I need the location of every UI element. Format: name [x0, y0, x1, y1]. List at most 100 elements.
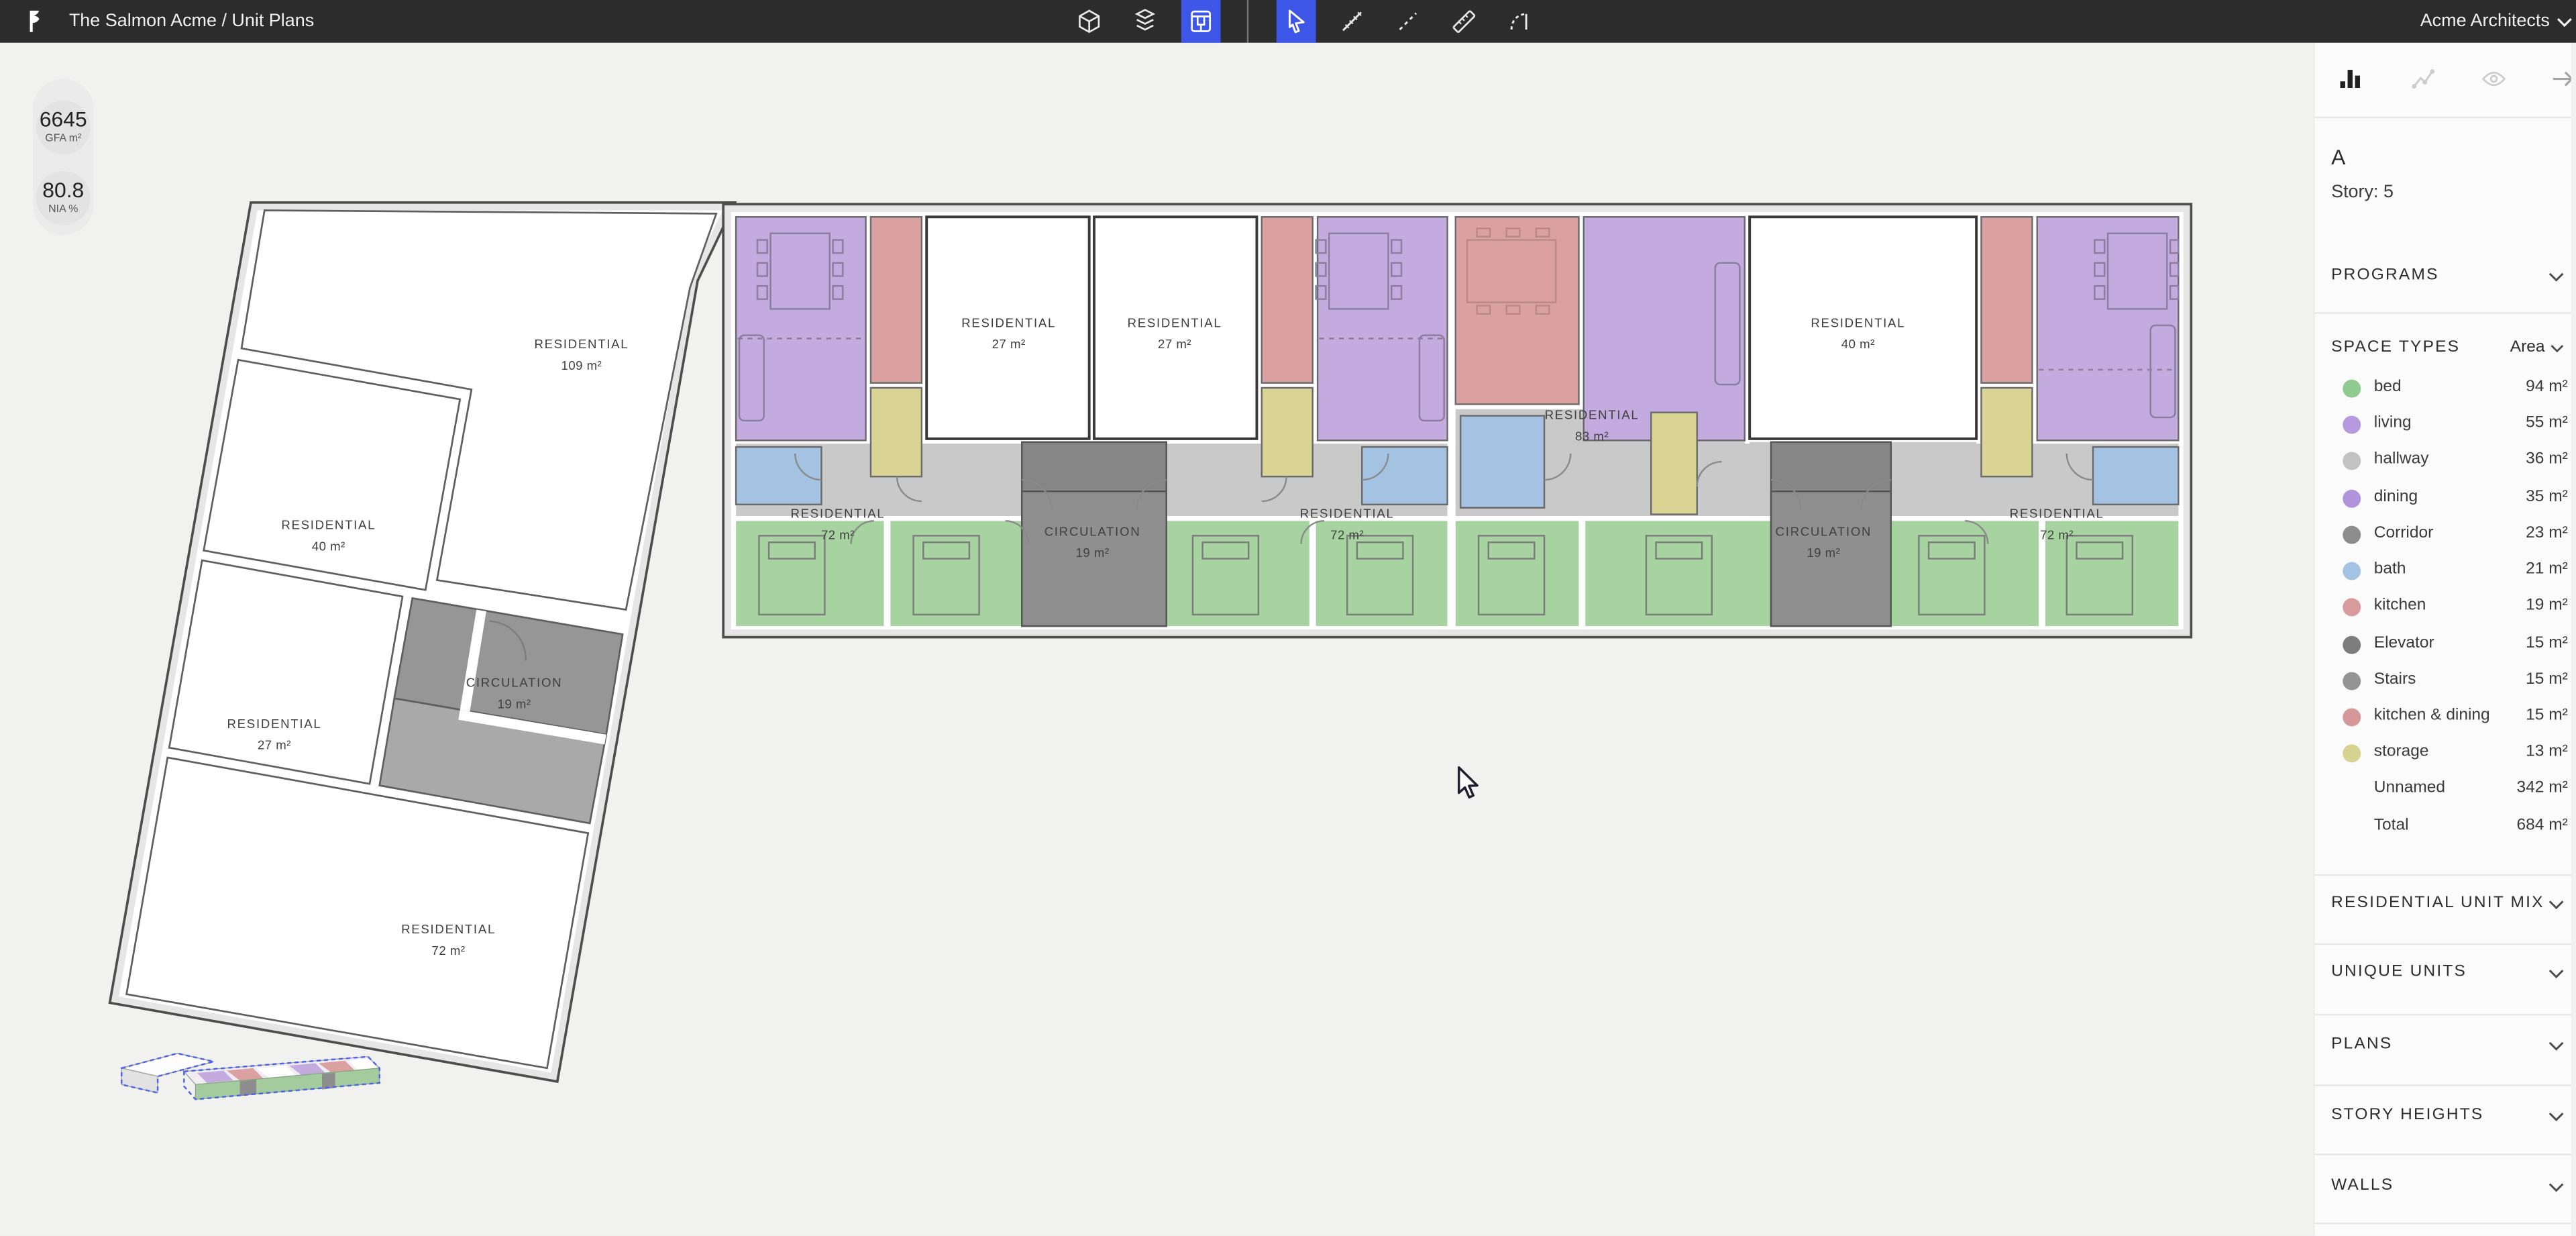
- space-type-row[interactable]: dining35 m²: [2315, 486, 2576, 511]
- room-kitchen-right[interactable]: [1981, 217, 2032, 382]
- svg-text:109 m²: 109 m²: [561, 358, 602, 372]
- space-type-row-unnamed[interactable]: Unnamed342 m²: [2315, 777, 2576, 802]
- finch-logo-icon[interactable]: [21, 8, 48, 34]
- room-storage-left[interactable]: [871, 388, 922, 476]
- space-type-row-total: Total684 m²: [2315, 815, 2576, 840]
- space-type-row[interactable]: storage13 m²: [2315, 741, 2576, 766]
- label-bar-72-right: RESIDENTIAL: [2010, 506, 2104, 520]
- room-storage-left-2[interactable]: [1262, 388, 1313, 476]
- room-kitchen-dining-83[interactable]: [1456, 217, 1579, 404]
- story-label: Story: 5: [2331, 183, 2394, 202]
- divider: [2315, 1223, 2576, 1224]
- account-menu[interactable]: Acme Architects: [2420, 0, 2573, 43]
- chevron-down-icon[interactable]: [2548, 968, 2564, 979]
- label-bar-27-b: RESIDENTIAL: [1128, 315, 1222, 329]
- metrics-pill[interactable]: 6645 GFA m² 80.8 NIA %: [33, 79, 94, 236]
- room-kitchen-left-2[interactable]: [1262, 217, 1313, 382]
- divider: [2315, 312, 2576, 313]
- label-wing-109: RESIDENTIAL: [534, 337, 629, 351]
- svg-text:27 m²: 27 m²: [258, 738, 291, 752]
- space-type-row[interactable]: Corridor23 m²: [2315, 523, 2576, 548]
- divider: [2315, 1153, 2576, 1155]
- room-living-left[interactable]: [736, 217, 865, 440]
- svg-text:19 m²: 19 m²: [498, 697, 531, 711]
- svg-text:72 m²: 72 m²: [2040, 527, 2074, 542]
- room-storage-right[interactable]: [1981, 388, 2032, 476]
- section-plans[interactable]: PLANS: [2331, 1035, 2392, 1053]
- nia-label: NIA %: [33, 204, 94, 215]
- svg-text:27 m²: 27 m²: [1158, 337, 1191, 351]
- tool-wall[interactable]: [1332, 0, 1372, 43]
- ruler-icon: [1450, 8, 1477, 34]
- floor-plan-canvas[interactable]: RESIDENTIAL 109 m² RESIDENTIAL 40 m² RES…: [0, 0, 2576, 1236]
- room-storage-83[interactable]: [1651, 413, 1697, 515]
- color-dot: [2343, 562, 2361, 580]
- svg-text:27 m²: 27 m²: [992, 337, 1026, 351]
- tool-stories-stack[interactable]: [1126, 0, 1165, 43]
- room-bath-83[interactable]: [1460, 416, 1544, 508]
- svg-text:83 m²: 83 m²: [1575, 429, 1609, 443]
- color-dot: [2343, 709, 2361, 727]
- scrollbar[interactable]: [2571, 43, 2576, 1236]
- space-type-row[interactable]: bath21 m²: [2315, 559, 2576, 584]
- room-bath-right[interactable]: [2093, 447, 2178, 505]
- nia-stat: 80.8 NIA %: [33, 177, 94, 215]
- color-dot: [2343, 416, 2361, 434]
- room-kitchen-left[interactable]: [871, 217, 922, 382]
- section-programs[interactable]: PROGRAMS: [2331, 266, 2439, 285]
- section-residential-unit-mix[interactable]: RESIDENTIAL UNIT MIX: [2331, 894, 2544, 912]
- tool-3d-view[interactable]: [1069, 0, 1109, 43]
- chevron-down-icon[interactable]: [2548, 1182, 2564, 1193]
- graph-steps-icon[interactable]: [2410, 66, 2436, 92]
- color-dot: [2343, 380, 2361, 398]
- variant-name[interactable]: A: [2331, 145, 2345, 170]
- label-wing-72: RESIDENTIAL: [401, 922, 496, 936]
- section-unique-units[interactable]: UNIQUE UNITS: [2331, 963, 2467, 981]
- arc-icon: [1507, 8, 1533, 34]
- color-dot: [2343, 672, 2361, 690]
- breadcrumb[interactable]: The Salmon Acme / Unit Plans: [69, 0, 314, 43]
- tool-measure[interactable]: [1444, 0, 1484, 43]
- room-living-left-2[interactable]: [1318, 217, 1447, 440]
- room-living-83[interactable]: [1584, 217, 1745, 440]
- tool-guideline[interactable]: [1388, 0, 1428, 43]
- label-bar-circulation-right: CIRCULATION: [1776, 524, 1872, 538]
- svg-text:40 m²: 40 m²: [1841, 337, 1875, 351]
- tool-plan-view[interactable]: [1181, 0, 1221, 43]
- tool-select[interactable]: [1277, 0, 1316, 43]
- svg-text:19 m²: 19 m²: [1076, 546, 1110, 560]
- chevron-down-icon[interactable]: [2548, 271, 2564, 282]
- chevron-down-icon[interactable]: [2548, 1111, 2564, 1123]
- space-type-row[interactable]: kitchen19 m²: [2315, 595, 2576, 620]
- section-space-types: SPACE TYPES: [2331, 338, 2460, 356]
- label-bar-40: RESIDENTIAL: [1811, 315, 1905, 329]
- space-type-row[interactable]: bed94 m²: [2315, 376, 2576, 401]
- chevron-down-icon[interactable]: [2548, 899, 2564, 911]
- space-type-row[interactable]: kitchen & dining15 m²: [2315, 705, 2576, 730]
- chart-icon[interactable]: [2338, 66, 2364, 92]
- label-bar-27-a: RESIDENTIAL: [961, 315, 1056, 329]
- chevron-down-icon: [2550, 343, 2565, 353]
- space-type-row[interactable]: Stairs15 m²: [2315, 669, 2576, 694]
- building-bar: [728, 209, 2187, 633]
- stack-icon: [1132, 8, 1158, 34]
- space-type-row[interactable]: living55 m²: [2315, 413, 2576, 437]
- chevron-down-icon[interactable]: [2548, 1040, 2564, 1051]
- label-bar-83: RESIDENTIAL: [1545, 407, 1640, 421]
- tool-arc[interactable]: [1500, 0, 1540, 43]
- eye-icon[interactable]: [2481, 66, 2507, 92]
- svg-text:72 m²: 72 m²: [821, 527, 855, 542]
- space-types-sort[interactable]: Area: [2510, 338, 2565, 356]
- label-wing-40: RESIDENTIAL: [281, 518, 376, 532]
- dashed-line-icon: [1395, 8, 1421, 34]
- account-name: Acme Architects: [2420, 0, 2550, 43]
- space-type-row[interactable]: Elevator15 m²: [2315, 633, 2576, 658]
- label-bar-circulation-left: CIRCULATION: [1044, 524, 1141, 538]
- room-wing-residential-40[interactable]: [204, 360, 460, 590]
- label-wing-circulation: CIRCULATION: [466, 676, 563, 690]
- space-type-row[interactable]: hallway36 m²: [2315, 449, 2576, 474]
- section-walls[interactable]: WALLS: [2331, 1176, 2394, 1194]
- section-story-heights[interactable]: STORY HEIGHTS: [2331, 1106, 2483, 1124]
- color-dot: [2343, 490, 2361, 508]
- toolbar-separator: [1247, 0, 1248, 43]
